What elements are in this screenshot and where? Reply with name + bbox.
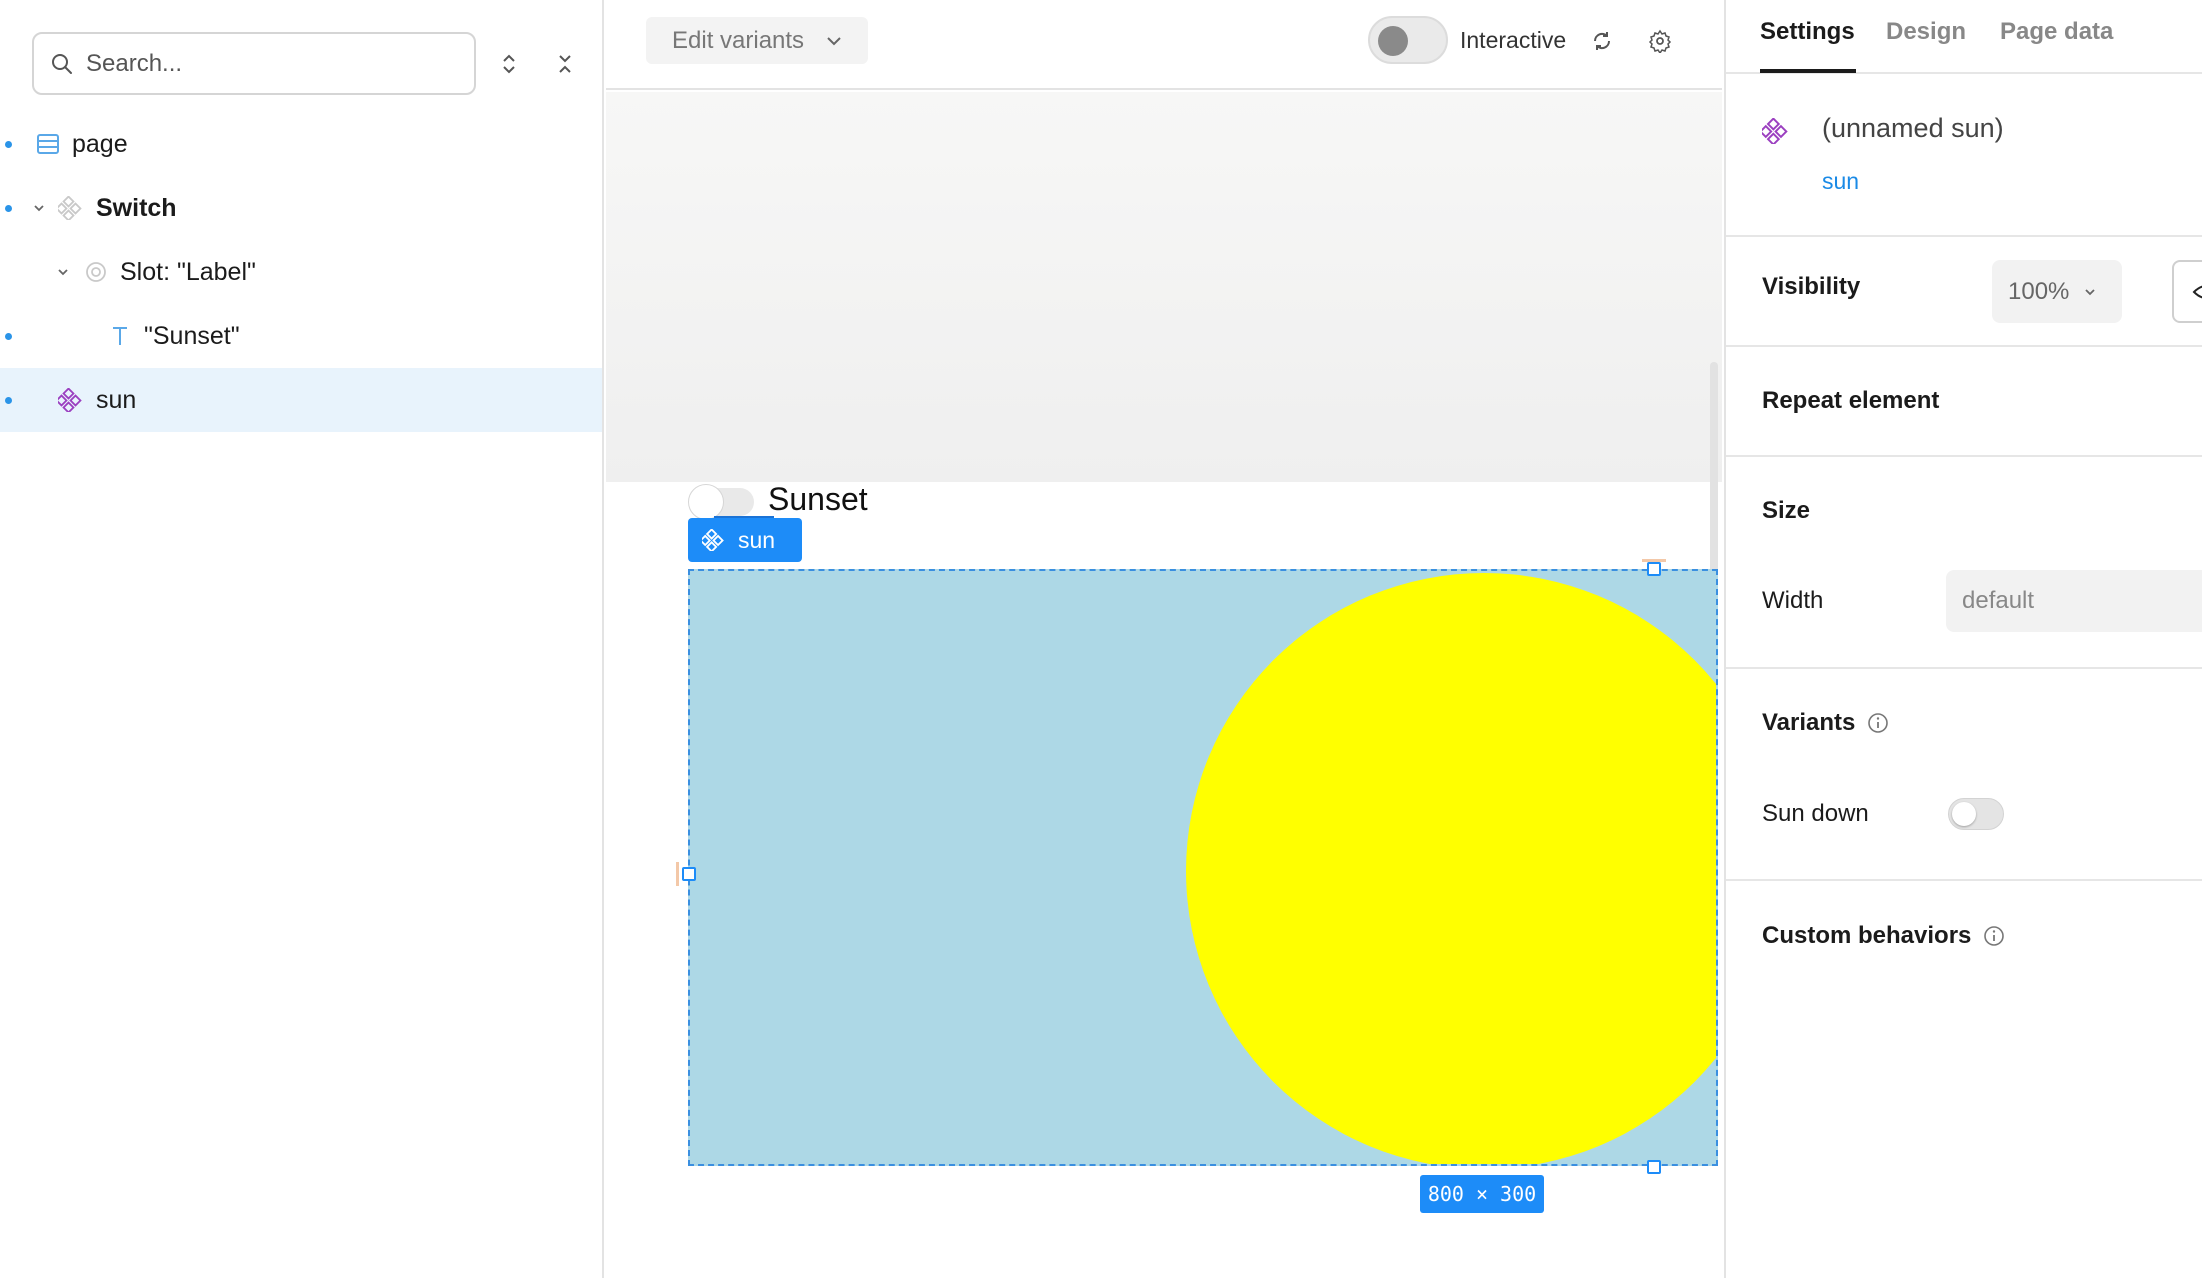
width-input[interactable]: default xyxy=(1946,570,2202,632)
dimensions-badge: 800 × 300 xyxy=(1420,1175,1544,1213)
interactive-toggle[interactable] xyxy=(1368,16,1448,64)
element-name[interactable]: (unnamed sun) xyxy=(1822,113,2004,144)
tree-item-text-sunset[interactable]: "Sunset" xyxy=(0,304,602,368)
tree-item-label: Slot: "Label" xyxy=(120,257,256,286)
chevrons-in-icon xyxy=(559,55,571,73)
canvas-area: Edit variants Interactive Sunset sun 800… xyxy=(606,0,1722,1278)
tree-item-sun[interactable]: sun xyxy=(0,368,602,432)
divider xyxy=(1726,667,2202,669)
variants-section-title: Variants xyxy=(1762,709,1889,737)
sun-down-toggle[interactable] xyxy=(1948,798,2004,830)
switch-knob xyxy=(688,484,724,520)
component-icon xyxy=(58,196,82,220)
properties-panel: Settings Design Page data (unnamed sun) … xyxy=(1724,0,2202,1278)
edit-variants-dropdown[interactable]: Edit variants xyxy=(646,17,868,64)
variants-label: Variants xyxy=(1762,709,1856,736)
resize-hint-left xyxy=(676,862,679,886)
chevron-down-icon xyxy=(827,36,841,45)
size-section-title: Size xyxy=(1762,497,1811,524)
visibility-select[interactable]: 100% xyxy=(1992,260,2122,323)
resize-handle-top[interactable] xyxy=(1647,562,1661,576)
status-dot xyxy=(5,204,12,212)
slot-icon xyxy=(84,260,108,284)
width-label: Width xyxy=(1762,587,1824,614)
status-dot xyxy=(5,140,12,148)
tree-item-label: Switch xyxy=(96,193,177,222)
eye-icon xyxy=(2192,285,2202,298)
tree-item-slot-label[interactable]: Slot: "Label" xyxy=(0,240,602,304)
canvas-settings-button[interactable] xyxy=(1644,24,1676,58)
page-icon xyxy=(36,132,60,156)
visibility-toggle-button[interactable] xyxy=(2172,260,2202,323)
switch-label-text[interactable]: Sunset xyxy=(768,481,868,518)
tree-item-label: "Sunset" xyxy=(144,321,240,350)
chevron-down-icon xyxy=(2085,288,2096,295)
tree-item-label: sun xyxy=(96,385,137,414)
outline-panel: page Switch Slot: "Label" "Sunset" xyxy=(0,0,604,1278)
tab-design[interactable]: Design xyxy=(1886,18,1966,46)
chevron-down-icon[interactable] xyxy=(56,265,70,279)
interactive-label: Interactive xyxy=(1460,27,1567,53)
artboard[interactable]: Sunset sun 800 × 300 xyxy=(606,92,1722,1278)
divider xyxy=(1726,235,2202,237)
edit-variants-label: Edit variants xyxy=(672,26,805,54)
component-instance-icon xyxy=(1759,117,1788,149)
toggle-knob xyxy=(1378,26,1408,56)
chevron-down-icon[interactable] xyxy=(32,201,46,215)
sun-circle xyxy=(1186,573,1716,1164)
gear-icon xyxy=(1648,29,1672,53)
active-tab-indicator xyxy=(1760,69,1856,73)
artboard-frame xyxy=(606,92,1722,482)
visibility-value: 100% xyxy=(2008,277,2070,305)
divider xyxy=(1726,879,2202,881)
component-instance-icon xyxy=(58,388,82,412)
selection-tag-label: sun xyxy=(738,526,776,553)
repeat-element-label[interactable]: Repeat element xyxy=(1762,387,1939,415)
sun-down-label: Sun down xyxy=(1762,800,1869,827)
divider xyxy=(1726,455,2202,457)
custom-behaviors-section-title: Custom behaviors xyxy=(1762,922,2005,950)
info-icon[interactable] xyxy=(1983,925,2005,947)
component-instance-icon xyxy=(702,529,724,551)
tree-item-switch[interactable]: Switch xyxy=(0,176,602,240)
refresh-button[interactable] xyxy=(1586,24,1618,58)
text-icon xyxy=(108,324,132,348)
resize-handle-bottom[interactable] xyxy=(1647,1160,1661,1174)
tab-page-data[interactable]: Page data xyxy=(2000,18,2113,46)
panel-tabs: Settings Design Page data xyxy=(1726,0,2202,74)
tab-settings[interactable]: Settings xyxy=(1760,18,1855,46)
search-box[interactable] xyxy=(32,32,476,95)
status-dot xyxy=(5,396,12,404)
selection-tag[interactable]: sun xyxy=(688,518,802,562)
canvas-toolbar: Edit variants Interactive xyxy=(606,0,1722,90)
tree-item-label: page xyxy=(72,129,128,158)
search-icon xyxy=(52,53,72,74)
chevrons-up-down-icon xyxy=(503,54,515,74)
search-input[interactable] xyxy=(86,49,446,78)
info-icon[interactable] xyxy=(1867,712,1889,734)
divider xyxy=(1726,345,2202,347)
status-dot xyxy=(5,332,12,340)
toggle-knob xyxy=(1952,802,1976,826)
sun-element[interactable] xyxy=(688,569,1718,1166)
resize-handle-left[interactable] xyxy=(682,867,696,881)
expand-all-button[interactable] xyxy=(493,46,525,82)
custom-behaviors-label: Custom behaviors xyxy=(1762,922,1972,949)
visibility-label: Visibility xyxy=(1762,273,1861,300)
element-type-link[interactable]: sun xyxy=(1822,168,1859,195)
collapse-all-button[interactable] xyxy=(549,46,581,82)
refresh-icon xyxy=(1593,32,1611,50)
tree-item-page[interactable]: page xyxy=(0,112,602,176)
width-placeholder: default xyxy=(1962,587,2035,614)
